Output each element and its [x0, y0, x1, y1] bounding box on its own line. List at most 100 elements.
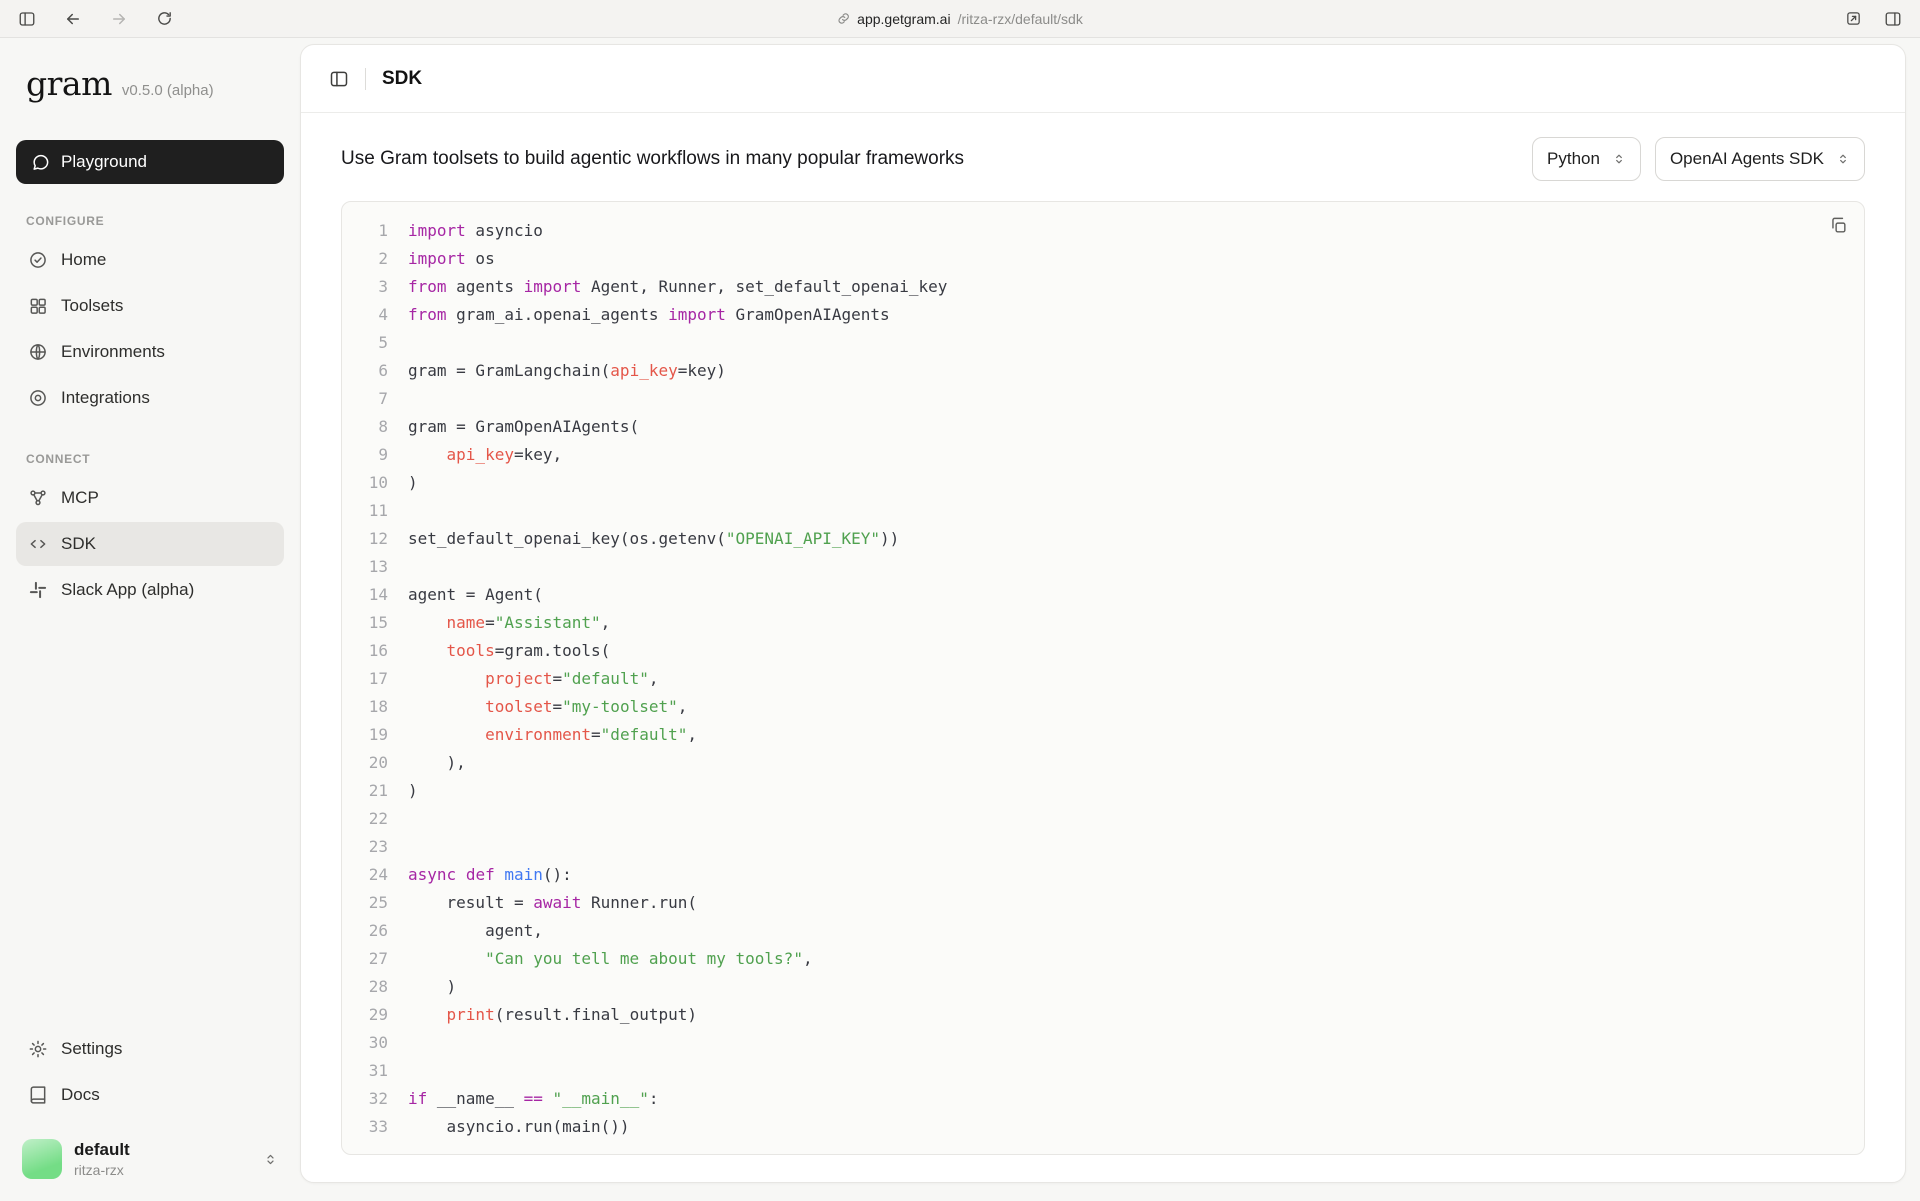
page-title: SDK	[382, 68, 422, 90]
share-icon[interactable]	[1845, 10, 1862, 27]
code-text: "Can you tell me about my tools?",	[388, 949, 813, 968]
toolsets-icon	[28, 296, 48, 316]
globe-icon	[28, 342, 48, 362]
sidebar-item-label: Docs	[61, 1085, 100, 1105]
main-area: SDK Use Gram toolsets to build agentic w…	[300, 38, 1920, 1201]
code-text: from gram_ai.openai_agents import GramOp…	[388, 305, 890, 324]
code-lines: 1import asyncio2import os3from agents im…	[342, 216, 1864, 1140]
line-number: 20	[342, 753, 388, 772]
code-text: )	[388, 473, 418, 492]
app-root: gram v0.5.0 (alpha) Playground CONFIGURE…	[0, 38, 1920, 1201]
sidebar-item-toolsets[interactable]: Toolsets	[16, 284, 284, 328]
code-line: 20 ),	[342, 748, 1864, 776]
line-number: 7	[342, 389, 388, 408]
sidebar-item-integrations[interactable]: Integrations	[16, 376, 284, 420]
code-line: 33 asyncio.run(main())	[342, 1112, 1864, 1140]
code-line: 29 print(result.final_output)	[342, 1000, 1864, 1028]
code-text: agent = Agent(	[388, 585, 543, 604]
book-icon	[28, 1085, 48, 1105]
gram-logo: gram	[26, 64, 112, 103]
code-line: 4from gram_ai.openai_agents import GramO…	[342, 300, 1864, 328]
card-header: SDK	[301, 45, 1905, 113]
code-text: if __name__ == "__main__":	[388, 1089, 658, 1108]
version-label: v0.5.0 (alpha)	[122, 82, 214, 99]
code-line: 8gram = GramOpenAIAgents(	[342, 412, 1864, 440]
slack-icon	[28, 580, 48, 600]
code-text: api_key=key,	[388, 445, 562, 464]
line-number: 23	[342, 837, 388, 856]
page-subtitle: Use Gram toolsets to build agentic workf…	[341, 148, 964, 170]
code-text: tools=gram.tools(	[388, 641, 610, 660]
line-number: 21	[342, 781, 388, 800]
playground-button[interactable]: Playground	[16, 140, 284, 184]
sidebar-item-mcp[interactable]: MCP	[16, 476, 284, 520]
code-text: environment="default",	[388, 725, 697, 744]
code-text: ),	[388, 753, 466, 772]
line-number: 18	[342, 697, 388, 716]
sidebar-spacer	[16, 614, 284, 1027]
code-text: toolset="my-toolset",	[388, 697, 687, 716]
code-line: 16 tools=gram.tools(	[342, 636, 1864, 664]
sidebar-item-docs[interactable]: Docs	[16, 1073, 284, 1117]
sidebar-toggle-icon[interactable]	[18, 10, 36, 28]
code-line: 24async def main():	[342, 860, 1864, 888]
address-bar[interactable]: app.getgram.ai/ritza-rzx/default/sdk	[837, 11, 1083, 27]
sidebar-item-label: Toolsets	[61, 296, 123, 316]
panel-right-icon[interactable]	[1884, 10, 1902, 28]
code-text: )	[388, 977, 456, 996]
line-number: 3	[342, 277, 388, 296]
code-line: 31	[342, 1056, 1864, 1084]
line-number: 15	[342, 613, 388, 632]
code-text: agent,	[388, 921, 543, 940]
playground-label: Playground	[61, 152, 147, 172]
url-host: app.getgram.ai	[857, 11, 950, 27]
code-brackets-icon	[28, 534, 48, 554]
workspace-switcher[interactable]: default ritza-rzx	[16, 1133, 284, 1185]
framework-dropdown-value: OpenAI Agents SDK	[1670, 149, 1824, 169]
workspace-meta: default ritza-rzx	[74, 1140, 130, 1178]
code-line: 11	[342, 496, 1864, 524]
sidebar-item-settings[interactable]: Settings	[16, 1027, 284, 1071]
line-number: 11	[342, 501, 388, 520]
code-line: 14agent = Agent(	[342, 580, 1864, 608]
copy-icon[interactable]	[1829, 216, 1848, 235]
code-line: 25 result = await Runner.run(	[342, 888, 1864, 916]
line-number: 22	[342, 809, 388, 828]
sidebar-item-label: SDK	[61, 534, 96, 554]
panel-toggle-icon[interactable]	[329, 69, 349, 89]
sidebar-item-sdk[interactable]: SDK	[16, 522, 284, 566]
sidebar-item-label: Environments	[61, 342, 165, 362]
line-number: 1	[342, 221, 388, 240]
code-text: async def main():	[388, 865, 572, 884]
line-number: 10	[342, 473, 388, 492]
workspace-avatar	[22, 1139, 62, 1179]
workspace-name: default	[74, 1140, 130, 1160]
sidebar-item-slack-app[interactable]: Slack App (alpha)	[16, 568, 284, 612]
sidebar-item-environments[interactable]: Environments	[16, 330, 284, 374]
gear-icon	[28, 1039, 48, 1059]
home-icon	[28, 250, 48, 270]
language-dropdown[interactable]: Python	[1532, 137, 1641, 181]
reload-icon[interactable]	[156, 10, 173, 27]
sidebar-item-label: Integrations	[61, 388, 150, 408]
framework-dropdown[interactable]: OpenAI Agents SDK	[1655, 137, 1865, 181]
code-text: gram = GramLangchain(api_key=key)	[388, 361, 726, 380]
sidebar-item-home[interactable]: Home	[16, 238, 284, 282]
line-number: 31	[342, 1061, 388, 1080]
section-label-configure: CONFIGURE	[26, 214, 274, 228]
code-text: import os	[388, 249, 495, 268]
line-number: 19	[342, 725, 388, 744]
line-number: 4	[342, 305, 388, 324]
code-text: set_default_openai_key(os.getenv("OPENAI…	[388, 529, 899, 548]
sidebar-item-label: MCP	[61, 488, 99, 508]
code-text: )	[388, 781, 418, 800]
forward-arrow-icon[interactable]	[110, 10, 128, 28]
line-number: 30	[342, 1033, 388, 1052]
code-line: 12set_default_openai_key(os.getenv("OPEN…	[342, 524, 1864, 552]
code-line: 7	[342, 384, 1864, 412]
back-arrow-icon[interactable]	[64, 10, 82, 28]
sidebar-item-label: Slack App (alpha)	[61, 580, 194, 600]
code-line: 1import asyncio	[342, 216, 1864, 244]
logo-row: gram v0.5.0 (alpha)	[16, 64, 284, 108]
line-number: 27	[342, 949, 388, 968]
